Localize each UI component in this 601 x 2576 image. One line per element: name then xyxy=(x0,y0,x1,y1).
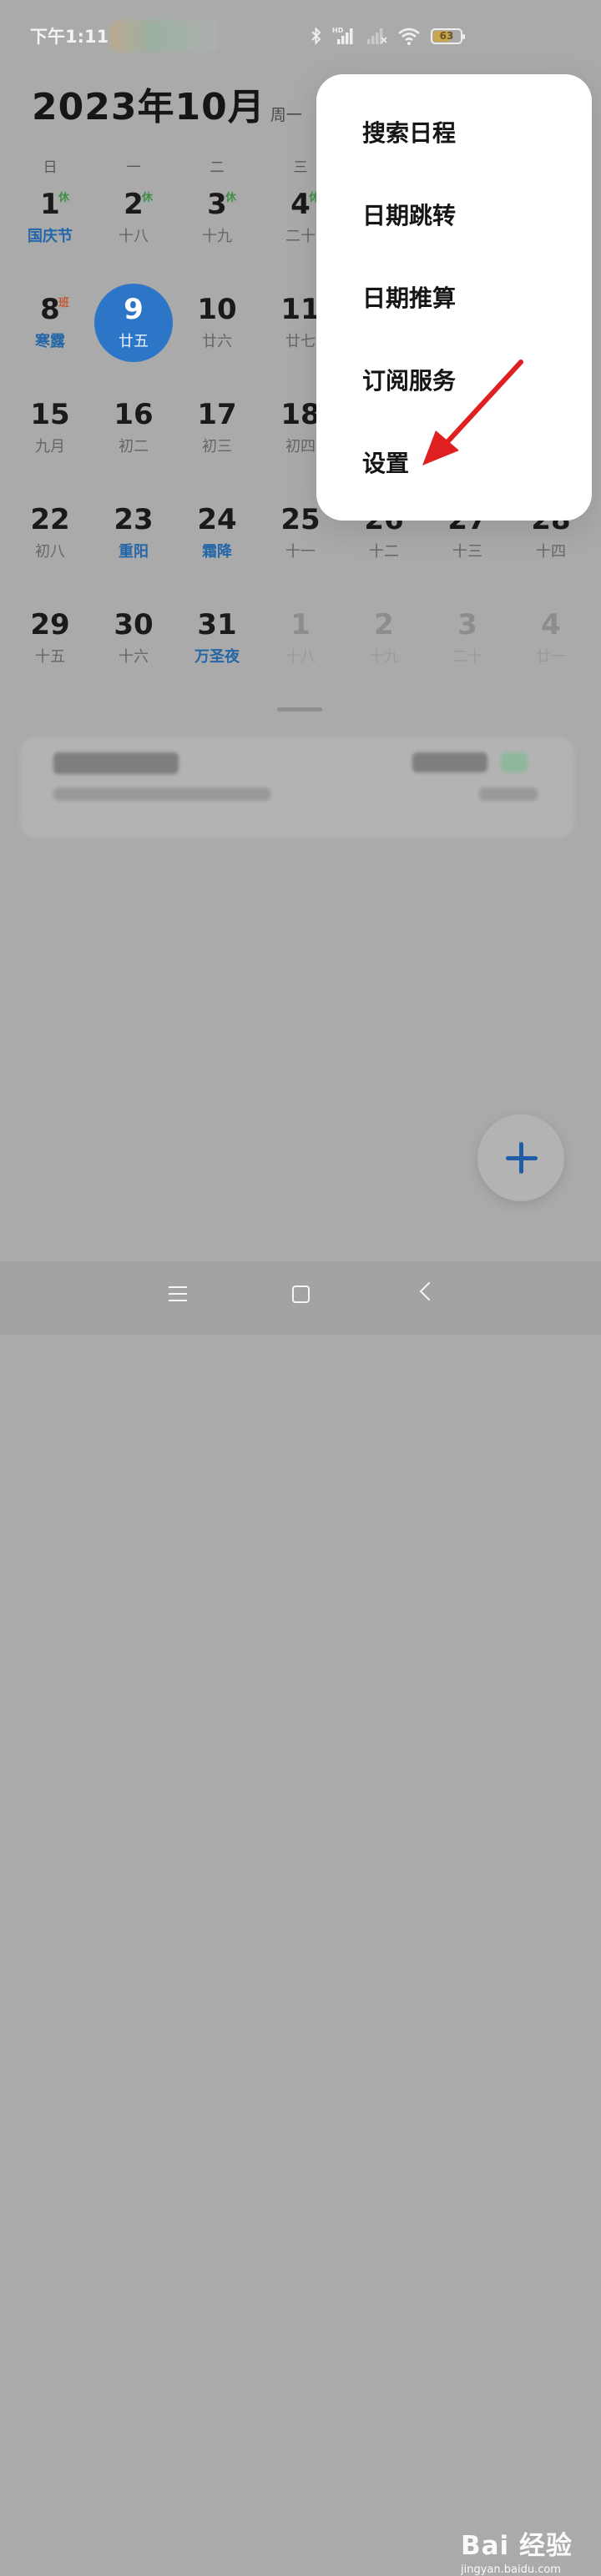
menu-date-jump-item[interactable]: 日期跳转 xyxy=(316,173,592,255)
home-icon[interactable] xyxy=(292,1285,310,1303)
menu-icon[interactable] xyxy=(169,1286,187,1303)
system-nav-bar: Bai 经验 jingyan.baidu.com xyxy=(0,1261,601,2576)
menu-search-schedule-item[interactable]: 搜索日程 xyxy=(316,90,592,173)
watermark-url: jingyan.baidu.com xyxy=(461,2563,561,2576)
baidu-watermark: Bai 经验 jingyan.baidu.com xyxy=(461,2524,573,2576)
menu-date-calc-item[interactable]: 日期推算 xyxy=(316,255,592,338)
red-arrow-annotation xyxy=(422,360,523,465)
watermark-logo: Bai 经验 xyxy=(461,2531,573,2561)
back-icon[interactable] xyxy=(419,1281,439,1301)
